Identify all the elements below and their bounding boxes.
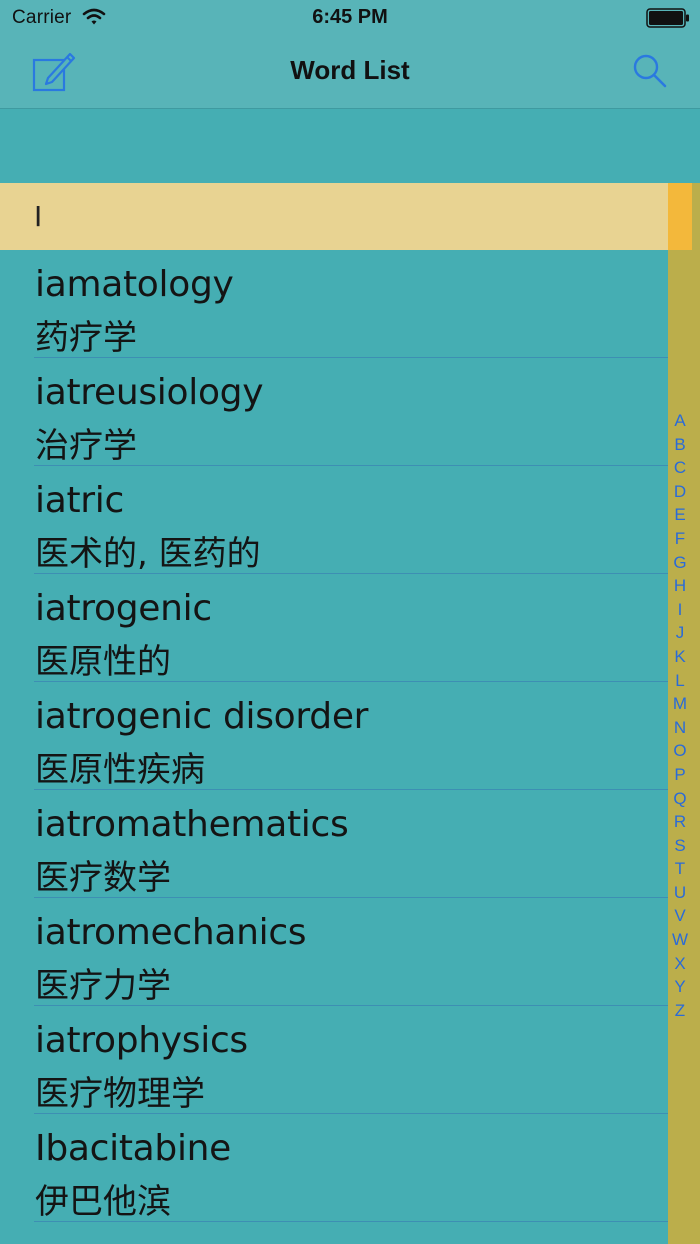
- list-item[interactable]: iatromathematics 医疗数学: [0, 790, 668, 898]
- word-meaning: 医疗数学: [35, 858, 171, 898]
- word-meaning: 医原性疾病: [35, 750, 205, 790]
- index-letter-e[interactable]: E: [674, 503, 685, 527]
- word-text: iatreusiology: [35, 372, 264, 413]
- section-header: I: [0, 183, 668, 250]
- section-header-label: I: [34, 200, 43, 233]
- word-meaning: 药疗学: [35, 318, 137, 358]
- list-item[interactable]: iatreusiology 治疗学: [0, 358, 668, 466]
- word-text: iatromathematics: [35, 804, 349, 845]
- index-letter-d[interactable]: D: [674, 480, 686, 504]
- list-item[interactable]: Ibacitabine 伊巴他滨: [0, 1114, 668, 1222]
- index-letter-a[interactable]: A: [674, 409, 685, 433]
- row-divider: [34, 1221, 668, 1222]
- word-text: Ibacitabine: [35, 1128, 232, 1169]
- right-edge-strip: [692, 183, 700, 1244]
- index-letters[interactable]: ABCDEFGHIJKLMNOPQRSTUVWXYZ: [668, 409, 692, 1022]
- word-meaning: 医疗物理学: [35, 1074, 205, 1114]
- index-letter-h[interactable]: H: [674, 574, 686, 598]
- word-meaning: 医原性的: [35, 642, 171, 682]
- index-letter-u[interactable]: U: [674, 881, 686, 905]
- index-letter-z[interactable]: Z: [675, 999, 685, 1023]
- index-letter-t[interactable]: T: [675, 857, 685, 881]
- index-letter-v[interactable]: V: [674, 904, 685, 928]
- index-letter-p[interactable]: P: [674, 763, 685, 787]
- word-text: iatric: [35, 480, 124, 521]
- status-time: 6:45 PM: [312, 6, 388, 28]
- index-letter-n[interactable]: N: [674, 716, 686, 740]
- battery-icon: [646, 8, 689, 28]
- word-text: iamatology: [35, 264, 234, 305]
- index-letter-q[interactable]: Q: [673, 787, 686, 811]
- index-letter-o[interactable]: O: [673, 739, 686, 763]
- status-bar: Carrier 6:45 PM: [0, 0, 700, 40]
- index-letter-w[interactable]: W: [672, 928, 688, 952]
- navigation-bar: Word List: [0, 40, 700, 109]
- search-icon[interactable]: [632, 53, 668, 89]
- index-letter-b[interactable]: B: [674, 433, 685, 457]
- list-item[interactable]: iatrogenic disorder 医原性疾病: [0, 682, 668, 790]
- page-title: Word List: [290, 55, 410, 85]
- index-letter-x[interactable]: X: [674, 952, 685, 976]
- index-letter-m[interactable]: M: [673, 692, 687, 716]
- word-text: iatrophysics: [35, 1020, 248, 1061]
- index-letter-c[interactable]: C: [674, 456, 686, 480]
- word-meaning: 医术的, 医药的: [35, 534, 261, 574]
- index-letter-y[interactable]: Y: [674, 975, 685, 999]
- word-meaning: 医疗力学: [35, 966, 171, 1006]
- index-letter-i[interactable]: I: [678, 598, 683, 622]
- index-letter-g[interactable]: G: [673, 551, 686, 575]
- word-text: iatromechanics: [35, 912, 307, 953]
- list-item[interactable]: iatrophysics 医疗物理学: [0, 1006, 668, 1114]
- index-letter-j[interactable]: J: [676, 621, 685, 645]
- word-meaning: 伊巴他滨: [35, 1182, 171, 1222]
- list-item[interactable]: iatromechanics 医疗力学: [0, 898, 668, 1006]
- list-item[interactable]: iatric 医术的, 医药的: [0, 466, 668, 574]
- word-text: iatrogenic: [35, 588, 212, 629]
- index-letter-s[interactable]: S: [674, 834, 685, 858]
- word-list[interactable]: iamatology 药疗学 iatreusiology 治疗学 iatric …: [0, 250, 668, 1244]
- index-letter-k[interactable]: K: [674, 645, 685, 669]
- index-current-marker: [668, 183, 692, 250]
- index-letter-l[interactable]: L: [675, 669, 684, 693]
- section-index-bar[interactable]: ABCDEFGHIJKLMNOPQRSTUVWXYZ: [668, 183, 692, 1244]
- index-letter-r[interactable]: R: [674, 810, 686, 834]
- index-letter-f[interactable]: F: [675, 527, 685, 551]
- list-item[interactable]: iamatology 药疗学: [0, 250, 668, 358]
- list-item[interactable]: iatrogenic 医原性的: [0, 574, 668, 682]
- word-text: iatrogenic disorder: [35, 696, 369, 737]
- word-meaning: 治疗学: [35, 426, 137, 466]
